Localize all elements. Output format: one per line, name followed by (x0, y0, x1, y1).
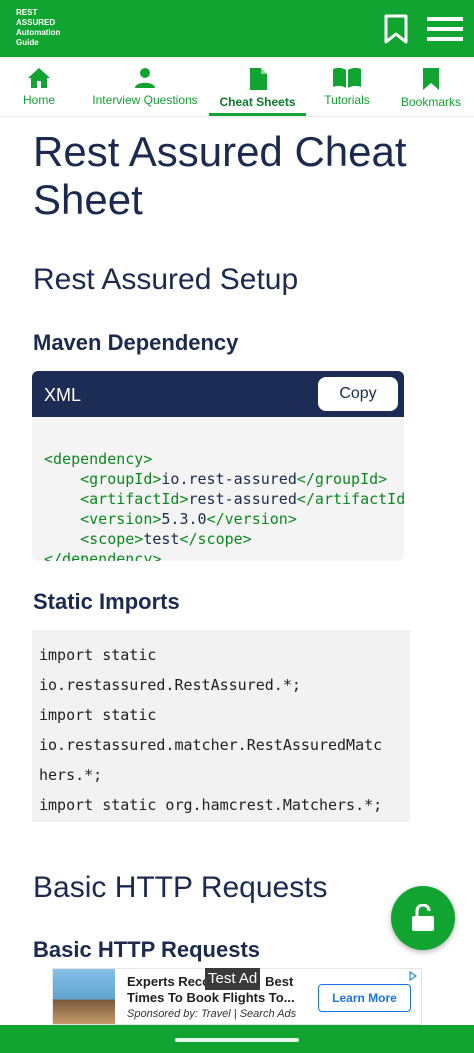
bookmark-icon (423, 68, 439, 90)
logo-line: ASSURED (16, 18, 56, 27)
code-line: hers.*; (39, 766, 103, 784)
book-icon (333, 67, 361, 88)
learn-more-button[interactable]: Learn More (318, 984, 411, 1012)
app-logo[interactable]: REST ASSURED Automation Guide (16, 8, 76, 52)
bookmark-icon[interactable] (381, 13, 411, 45)
tab-label: Tutorials (324, 93, 370, 107)
ad-choices-icon[interactable] (408, 971, 418, 981)
tab-label: Home (22, 93, 55, 107)
copy-button[interactable]: Copy (318, 377, 398, 411)
menu-icon[interactable] (425, 14, 465, 44)
code-content[interactable]: <dependency> <groupId>io.rest-assured</g… (32, 417, 404, 561)
code-line: <artifactId>rest-assured</artifactId> (80, 490, 404, 508)
tab-interview-questions[interactable]: Interview Questions (92, 57, 198, 117)
document-icon (249, 68, 267, 90)
code-block-header: XML Copy (32, 371, 404, 417)
logo-line: Automation (16, 28, 61, 37)
person-icon (135, 68, 155, 88)
tab-label: Cheat Sheets (219, 95, 296, 109)
subheading-maven: Maven Dependency (33, 330, 239, 355)
code-line: io.restassured.RestAssured.*; (39, 676, 301, 694)
code-line: <groupId>io.rest-assured</groupId> (80, 470, 388, 488)
tab-home[interactable]: Home (14, 57, 64, 117)
home-indicator[interactable] (175, 1038, 299, 1042)
page-title: Rest Assured Cheat Sheet (33, 128, 407, 223)
logo-line: REST (16, 8, 38, 17)
code-line: <version>5.3.0</version> (80, 510, 297, 528)
xml-code-block: XML Copy <dependency> <groupId>io.rest-a… (32, 371, 404, 561)
section-heading-setup: Rest Assured Setup (33, 263, 299, 296)
unlock-icon (412, 904, 434, 931)
ad-sponsor: Sponsored by: Travel | Search Ads (127, 1008, 297, 1020)
subheading-http: Basic HTTP Requests (33, 937, 261, 962)
imports-code-block[interactable]: import static io.restassured.RestAssured… (32, 630, 410, 822)
code-line: import static (39, 706, 157, 724)
app-bar: REST ASSURED Automation Guide (0, 0, 474, 57)
tab-tutorials[interactable]: Tutorials (320, 57, 374, 117)
logo-line: Guide (16, 38, 39, 47)
code-line: <dependency> (44, 450, 153, 468)
tab-label: Bookmarks (400, 95, 462, 109)
code-line: </dependency> (44, 550, 162, 561)
section-heading-http: Basic HTTP Requests (33, 871, 328, 904)
tab-bookmarks[interactable]: Bookmarks (400, 57, 462, 117)
tab-cheat-sheets[interactable]: Cheat Sheets (209, 57, 306, 117)
tab-label: Interview Questions (92, 93, 198, 107)
active-tab-indicator (209, 113, 306, 116)
nav-tabs: Home Interview Questions Cheat Sheets Tu… (0, 57, 474, 117)
code-line: import static org.hamcrest.Matchers.*; (39, 796, 383, 814)
code-line: io.restassured.matcher.RestAssuredMatc (39, 736, 383, 754)
ad-image[interactable] (53, 969, 115, 1024)
test-ad-label: Test Ad (205, 968, 261, 990)
bottom-bar (0, 1025, 474, 1053)
code-line: import static (39, 646, 157, 664)
unlock-fab[interactable] (391, 886, 455, 950)
home-icon (28, 68, 50, 88)
subheading-static-imports: Static Imports (33, 589, 180, 614)
code-line: <scope>test</scope> (80, 530, 252, 548)
code-language-label: XML (44, 385, 82, 405)
